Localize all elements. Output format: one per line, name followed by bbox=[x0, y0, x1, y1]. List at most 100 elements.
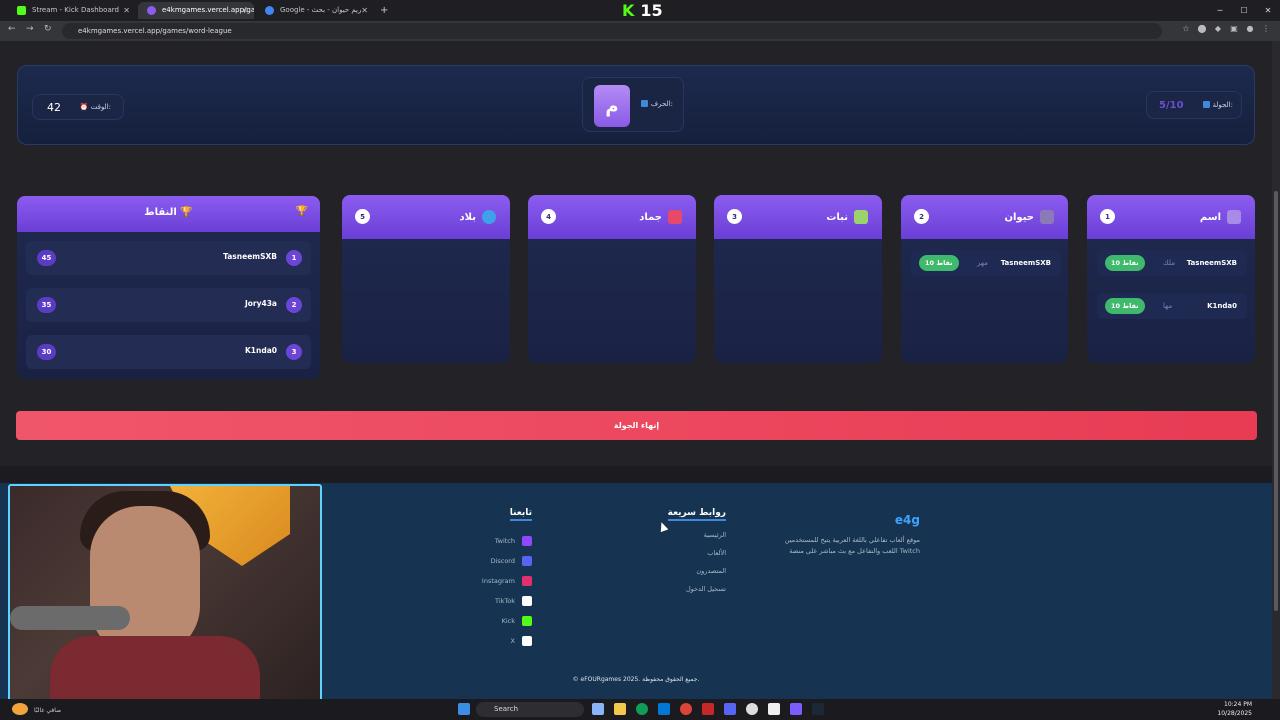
tab-title: e4kmgames.vercel.app/games/ bbox=[162, 6, 254, 14]
new-tab-button[interactable]: + bbox=[376, 2, 396, 19]
category-column-plant: نبات 3 bbox=[714, 195, 882, 363]
weather-icon bbox=[12, 703, 28, 715]
answer-row: TasneemSXB مهر 10 نقاط bbox=[911, 250, 1061, 276]
social-link-x[interactable]: X bbox=[460, 631, 532, 651]
clock-time: 10:24 PM bbox=[1224, 701, 1252, 708]
player-rank: 3 bbox=[286, 344, 302, 360]
extension-icon[interactable]: ◆ bbox=[1210, 24, 1226, 33]
current-letter-box: م الحرف: bbox=[582, 77, 684, 132]
category-column-animal: حيوان 2 TasneemSXB مهر 10 نقاط bbox=[901, 195, 1068, 363]
footer-link-games[interactable]: الألعاب bbox=[640, 549, 726, 557]
extensions-puzzle-icon[interactable]: ▣ bbox=[1226, 24, 1242, 33]
tab-word-league[interactable]: e4kmgames.vercel.app/games/ ✕ bbox=[138, 2, 254, 19]
close-tab-icon[interactable]: ✕ bbox=[361, 2, 368, 19]
footer-link-home[interactable]: الرئيسية bbox=[640, 531, 726, 539]
end-round-button[interactable]: إنهاء الجولة bbox=[16, 411, 1257, 440]
round-value: 5/10 bbox=[1159, 99, 1184, 111]
close-window-icon[interactable]: ✕ bbox=[1256, 0, 1280, 21]
site-favicon-icon bbox=[147, 6, 156, 15]
globe-icon bbox=[482, 210, 496, 224]
social-link-twitch[interactable]: Twitch bbox=[460, 531, 532, 551]
quick-links: روابط سريعة الرئيسية الألعاب المتصدرون ت… bbox=[640, 508, 726, 603]
kick-favicon-icon bbox=[17, 6, 26, 15]
app-icon[interactable] bbox=[790, 703, 802, 715]
player-rank: 1 bbox=[286, 250, 302, 266]
player-name: TasneemSXB bbox=[223, 252, 277, 261]
obs-icon[interactable] bbox=[746, 703, 758, 715]
window-controls: ─ ☐ ✕ bbox=[1208, 0, 1280, 21]
minimize-icon[interactable]: ─ bbox=[1208, 0, 1232, 21]
quick-links-title: روابط سريعة bbox=[667, 508, 726, 521]
player-name: K1nda0 bbox=[244, 346, 277, 355]
answer-row: TasneemSXB ملك 10 نقاط bbox=[1097, 250, 1247, 276]
taskbar-clock[interactable]: 10:24 PM 10/28/2025 bbox=[1217, 700, 1252, 718]
edge-icon[interactable] bbox=[636, 703, 648, 715]
windows-taskbar bbox=[0, 699, 1280, 720]
footer-link-leaderboard[interactable]: المتصدرون bbox=[640, 567, 726, 575]
social-link-instagram[interactable]: Instagram bbox=[460, 571, 532, 591]
profile-icon[interactable]: ● bbox=[1242, 24, 1258, 33]
taskbar-weather[interactable]: صافي غالبًا bbox=[34, 707, 61, 714]
follow-us: تابعنا Twitch Discord Instagram TikTok K… bbox=[460, 508, 532, 651]
scrollbar-thumb[interactable] bbox=[1274, 191, 1278, 611]
round-box: 5/10 الجولة: bbox=[1146, 91, 1242, 119]
google-favicon-icon bbox=[265, 6, 274, 15]
close-tab-icon[interactable]: ✕ bbox=[123, 2, 130, 19]
person-icon bbox=[1227, 210, 1241, 224]
tab-kick-dashboard[interactable]: Stream - Kick Dashboard ✕ bbox=[8, 2, 136, 19]
trophy-icon: 🏆 bbox=[295, 206, 308, 217]
answer-word: مها bbox=[1163, 302, 1173, 310]
discord-icon bbox=[522, 556, 532, 566]
category-number: 5 bbox=[355, 209, 370, 224]
reload-icon[interactable]: ↻ bbox=[44, 24, 52, 34]
menu-icon[interactable]: ⋮ bbox=[1258, 24, 1274, 33]
answer-word: مهر bbox=[977, 259, 988, 267]
timer-value: 42 bbox=[47, 100, 61, 114]
points-badge: 10 نقاط bbox=[1105, 255, 1145, 271]
task-view-icon[interactable] bbox=[592, 703, 604, 715]
object-icon bbox=[668, 210, 682, 224]
app-icon[interactable] bbox=[768, 703, 780, 715]
category-column-name: اسم 1 TasneemSXB ملك 10 نقاط K1nda0 مها … bbox=[1087, 195, 1255, 363]
footer-link-login[interactable]: تسجيل الدخول bbox=[640, 585, 726, 593]
kick-icon bbox=[522, 616, 532, 626]
forward-icon[interactable]: → bbox=[26, 24, 34, 34]
timer-label: ⏰ الوقت: bbox=[79, 103, 111, 111]
maximize-icon[interactable]: ☐ bbox=[1232, 0, 1256, 21]
category-column-country: بلاد 5 bbox=[342, 195, 510, 363]
alarm-clock-icon: ⏰ bbox=[79, 103, 89, 111]
x-icon bbox=[522, 636, 532, 646]
address-bar[interactable]: e4kmgames.vercel.app/games/word-league bbox=[62, 23, 1162, 39]
social-link-tiktok[interactable]: TikTok bbox=[460, 591, 532, 611]
bookmark-star-icon[interactable]: ☆ bbox=[1178, 24, 1194, 33]
app-icon[interactable] bbox=[702, 703, 714, 715]
scoreboard-row: 30 K1nda0 3 bbox=[26, 335, 311, 369]
clock-date: 10/28/2025 bbox=[1217, 710, 1252, 717]
microphone bbox=[10, 606, 130, 630]
taskbar-search[interactable]: Search bbox=[476, 702, 584, 717]
page-scrollbar[interactable] bbox=[1272, 41, 1280, 699]
outlook-icon[interactable] bbox=[658, 703, 670, 715]
file-explorer-icon[interactable] bbox=[614, 703, 626, 715]
plant-icon bbox=[854, 210, 868, 224]
timer-box: 42 ⏰ الوقت: bbox=[32, 94, 124, 120]
discord-taskbar-icon[interactable] bbox=[724, 703, 736, 715]
follow-title: تابعنا bbox=[509, 508, 532, 521]
viewer-count: 15 bbox=[640, 1, 663, 20]
extension-icon[interactable]: ⬤ bbox=[1194, 24, 1210, 33]
chrome-icon[interactable] bbox=[680, 703, 692, 715]
animal-icon bbox=[1040, 210, 1054, 224]
social-link-kick[interactable]: Kick bbox=[460, 611, 532, 631]
social-link-discord[interactable]: Discord bbox=[460, 551, 532, 571]
close-tab-icon[interactable]: ✕ bbox=[241, 2, 248, 19]
extensions-bar: ☆ ⬤ ◆ ▣ ● ⋮ bbox=[1178, 24, 1274, 33]
start-icon[interactable] bbox=[458, 703, 470, 715]
streamer-webcam bbox=[8, 484, 322, 704]
steam-icon[interactable] bbox=[812, 703, 824, 715]
trophy-icon: 🏆 bbox=[180, 207, 193, 218]
site-logo[interactable]: e4g bbox=[780, 513, 920, 527]
tab-google-search[interactable]: Google - ريم حيوان - بحث ✕ bbox=[256, 2, 374, 19]
streamer-face bbox=[90, 506, 200, 656]
back-icon[interactable]: ← bbox=[8, 24, 16, 34]
category-number: 1 bbox=[1100, 209, 1115, 224]
